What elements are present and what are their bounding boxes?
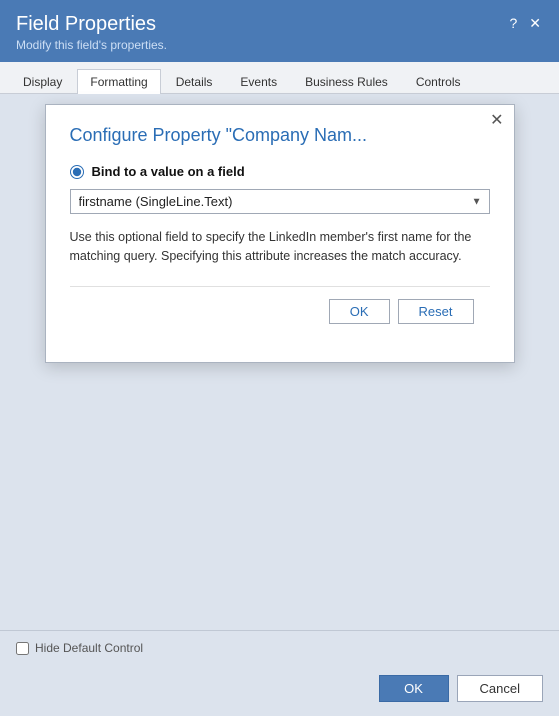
- close-panel-button[interactable]: ✕: [527, 16, 543, 30]
- modal-close-button[interactable]: ✕: [490, 113, 503, 129]
- panel-header-right: ? ✕: [507, 16, 543, 30]
- checkbox-row: Hide Default Control: [16, 641, 543, 655]
- configure-property-modal: ✕ Configure Property "Company Nam... Bin…: [45, 104, 515, 363]
- footer-buttons: OK Cancel: [0, 665, 559, 716]
- modal-footer: OK Reset: [70, 286, 490, 338]
- field-properties-panel: Field Properties Modify this field's pro…: [0, 0, 559, 716]
- modal-title: Configure Property "Company Nam...: [70, 125, 490, 146]
- modal-description: Use this optional field to specify the L…: [70, 228, 490, 266]
- hide-default-control-label: Hide Default Control: [35, 641, 143, 655]
- panel-subtitle: Modify this field's properties.: [16, 38, 167, 52]
- hide-default-control-checkbox[interactable]: [16, 642, 29, 655]
- panel-title: Field Properties: [16, 12, 167, 36]
- panel-header-left: Field Properties Modify this field's pro…: [16, 12, 167, 52]
- modal-ok-button[interactable]: OK: [329, 299, 390, 324]
- tab-controls[interactable]: Controls: [403, 69, 474, 94]
- bind-to-field-radio[interactable]: [70, 165, 84, 179]
- tab-formatting[interactable]: Formatting: [77, 69, 160, 94]
- modal-reset-button[interactable]: Reset: [398, 299, 474, 324]
- dropdown-row: firstname (SingleLine.Text) ▼: [70, 189, 490, 214]
- bottom-area: Hide Default Control: [0, 630, 559, 665]
- tab-business-rules[interactable]: Business Rules: [292, 69, 401, 94]
- modal-body: Configure Property "Company Nam... Bind …: [46, 105, 514, 362]
- panel-header: Field Properties Modify this field's pro…: [0, 0, 559, 62]
- footer-ok-button[interactable]: OK: [379, 675, 449, 702]
- tabs-bar: Display Formatting Details Events Busine…: [0, 62, 559, 94]
- footer-cancel-button[interactable]: Cancel: [457, 675, 543, 702]
- main-content: ✕ Configure Property "Company Nam... Bin…: [0, 94, 559, 630]
- radio-row: Bind to a value on a field: [70, 164, 490, 179]
- dropdown-wrapper: firstname (SingleLine.Text) ▼: [70, 189, 490, 214]
- tab-details[interactable]: Details: [163, 69, 226, 94]
- modal-overlay: ✕ Configure Property "Company Nam... Bin…: [0, 94, 559, 580]
- bind-to-field-label: Bind to a value on a field: [92, 164, 245, 179]
- tab-events[interactable]: Events: [227, 69, 290, 94]
- field-select[interactable]: firstname (SingleLine.Text): [70, 189, 490, 214]
- help-icon-button[interactable]: ?: [507, 16, 519, 30]
- tab-display[interactable]: Display: [10, 69, 75, 94]
